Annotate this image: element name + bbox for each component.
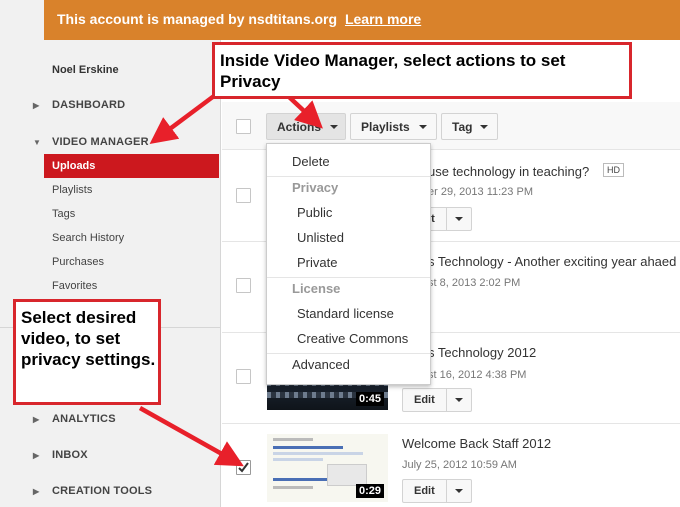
annotation-callout-select-video: Select desired video, to set privacy set… [13, 299, 161, 405]
annotation-callout-actions: Inside Video Manager, select actions to … [212, 42, 632, 99]
arrow-to-video-manager [149, 91, 220, 145]
arrow-to-actions [286, 94, 323, 129]
arrow-to-checkbox [138, 406, 244, 467]
